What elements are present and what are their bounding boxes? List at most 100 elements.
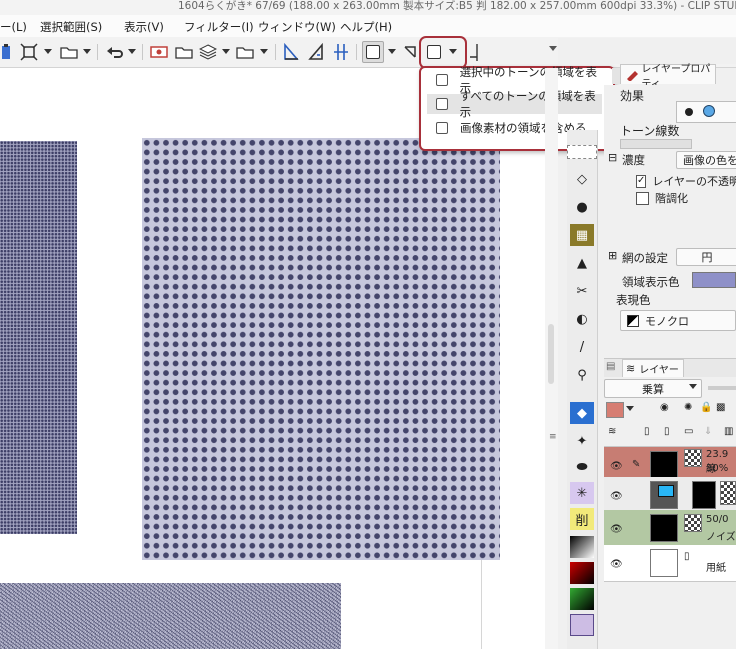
new-layer-icon[interactable]: ▯ [644, 426, 650, 437]
dropdown-item-selected-tone[interactable]: 選択中のトーンの領域を表示 [427, 65, 602, 95]
density-select[interactable]: 画像の色を [676, 151, 736, 169]
tone-area-box-button[interactable] [362, 41, 384, 63]
delete-tool-button[interactable]: 削 [570, 508, 594, 530]
fill-bucket-icon[interactable]: ◆ [570, 402, 594, 424]
eye-icon[interactable]: 👁 [610, 524, 623, 535]
chevron-down-icon[interactable] [44, 49, 52, 54]
menu-window[interactable]: ウィンドウ(W) [258, 19, 336, 35]
layer-row[interactable]: 👁 50/0 ノイズ [604, 510, 736, 549]
chevron-down-icon[interactable] [388, 49, 396, 54]
sparkle-tool-icon[interactable]: ✳ [570, 482, 594, 504]
menu-selection[interactable]: 選択範囲(S) [40, 19, 102, 35]
tab-layer[interactable]: ≋ レイヤー [622, 359, 684, 377]
ink-tool-icon[interactable]: ● [570, 196, 594, 218]
checker-icon[interactable] [721, 104, 731, 118]
selection-icon[interactable] [567, 145, 597, 159]
tone-effect-icon[interactable] [703, 105, 715, 117]
layer-stack-icon[interactable]: ≋ [608, 426, 616, 437]
lock-icon[interactable]: 🔒 [700, 402, 712, 413]
gradient-green-icon[interactable] [570, 588, 594, 610]
blend-mode-select[interactable]: 乗算 [604, 379, 702, 398]
folder-open-icon[interactable] [173, 41, 195, 63]
lock-alpha-icon[interactable]: ▩ [716, 402, 725, 413]
expand-icon[interactable]: ⊞ [608, 249, 617, 262]
image-tool-icon[interactable]: ▦ [570, 224, 594, 246]
layer-color-swatch[interactable] [606, 402, 624, 418]
reference-icon[interactable]: ✺ [684, 402, 692, 413]
gradient-purple-icon[interactable] [570, 614, 594, 636]
dot-icon[interactable] [685, 108, 693, 116]
menu-layer[interactable]: ー(L) [0, 19, 27, 35]
splitter-handle[interactable] [548, 324, 554, 384]
area-color-swatch[interactable] [692, 272, 736, 288]
layer-thumbnail [650, 514, 678, 542]
chevron-down-icon[interactable] [549, 46, 557, 51]
layer-opacity-row[interactable]: ✓ レイヤーの不透明 [636, 172, 736, 190]
image-material-icon[interactable] [148, 41, 170, 63]
undo-icon[interactable] [104, 41, 126, 63]
layers-icon[interactable] [197, 41, 219, 63]
folder-icon[interactable] [234, 41, 256, 63]
eye-icon[interactable]: 👁 [610, 559, 623, 570]
tab-stub[interactable] [612, 68, 620, 84]
menu-view[interactable]: 表示(V) [124, 19, 164, 35]
chevron-down-icon[interactable] [128, 49, 136, 54]
grid-ruler-icon[interactable] [331, 41, 351, 63]
eyedropper-tool-icon[interactable]: ⚲ [570, 364, 594, 386]
guide-line [481, 560, 482, 649]
checkbox[interactable] [436, 122, 448, 134]
density-row: ⊟ 濃度 画像の色を [608, 151, 736, 173]
eye-icon[interactable]: 👁 [610, 461, 623, 472]
checkbox[interactable] [436, 74, 448, 86]
toolbar-divider [356, 44, 357, 60]
opacity-slider-stub[interactable] [708, 381, 736, 395]
fill-tool-icon[interactable]: ▲ [570, 252, 594, 274]
gradient-red-icon[interactable] [570, 562, 594, 584]
layer-opacity-checkbox[interactable]: ✓ [636, 174, 647, 188]
layer-row[interactable]: 👁 ▯ 用紙 [604, 545, 736, 582]
new-folder-icon[interactable]: ▭ [684, 426, 693, 437]
layer-tools-row: ◉ ✺ 🔒 ▩ [604, 400, 736, 420]
chevron-down-icon[interactable] [626, 406, 634, 411]
menu-filter[interactable]: フィルター(I) [184, 19, 254, 35]
brush-tool-icon[interactable]: / [570, 336, 594, 358]
layer-menu-icon[interactable]: ▤ [606, 361, 615, 372]
clipboard-icon[interactable] [0, 41, 12, 63]
dot-settings-select[interactable]: 円 [676, 248, 736, 266]
menu-help[interactable]: ヘルプ(H) [340, 19, 392, 35]
chevron-down-icon[interactable] [222, 49, 230, 54]
blob-tool-icon[interactable]: ⬬ [570, 456, 594, 478]
clip-icon[interactable]: ◉ [660, 402, 669, 413]
boundary-icon[interactable] [466, 41, 486, 63]
expression-color-select[interactable]: モノクロ [620, 310, 736, 331]
blend-tool-icon[interactable]: ◐ [570, 308, 594, 330]
scissors-tool-icon[interactable]: ✂ [570, 280, 594, 302]
dropdown-item-all-tones[interactable]: すべてのトーンの領域を表示 [427, 89, 602, 119]
blend-mode-value: 乗算 [642, 382, 664, 396]
chevron-down-icon[interactable] [260, 49, 268, 54]
layer-opacity-label: レイヤーの不透明 [652, 175, 736, 188]
collapse-icon[interactable]: ⊟ [608, 151, 617, 164]
diagonal-arrow-icon[interactable] [400, 41, 420, 63]
layer-panel-header: ▤ ≋ レイヤー [604, 358, 736, 377]
chevron-down-icon[interactable] [83, 49, 91, 54]
checkbox[interactable] [436, 98, 448, 110]
transform-icon[interactable] [18, 41, 40, 63]
panel-splitter[interactable]: ≡ [545, 68, 558, 649]
posterize-checkbox[interactable] [636, 191, 649, 205]
canvas[interactable] [0, 68, 558, 649]
ruler-perspective-icon[interactable] [281, 41, 301, 63]
folder-icon[interactable] [58, 41, 80, 63]
eye-icon[interactable]: 👁 [610, 491, 623, 502]
window-title-bar: 1604らくがき* 67/69 (188.00 x 263.00mm 製本サイズ… [0, 0, 736, 15]
merge-down-icon[interactable]: ⇓ [704, 426, 712, 437]
eraser-tool-icon[interactable]: ◇ [570, 168, 594, 190]
new-vector-layer-icon[interactable]: ▯ [664, 426, 670, 437]
trash-icon[interactable]: ▥ [724, 426, 733, 437]
paint-tool-icon[interactable]: ✦ [570, 430, 594, 452]
posterize-row[interactable]: 階調化 [636, 189, 736, 207]
tab-layer-property[interactable]: レイヤープロパティ [620, 64, 716, 90]
gradient-black-icon[interactable] [570, 536, 594, 558]
ruler-triangle-icon[interactable] [306, 41, 326, 63]
tone-lines-slider[interactable] [620, 139, 692, 149]
